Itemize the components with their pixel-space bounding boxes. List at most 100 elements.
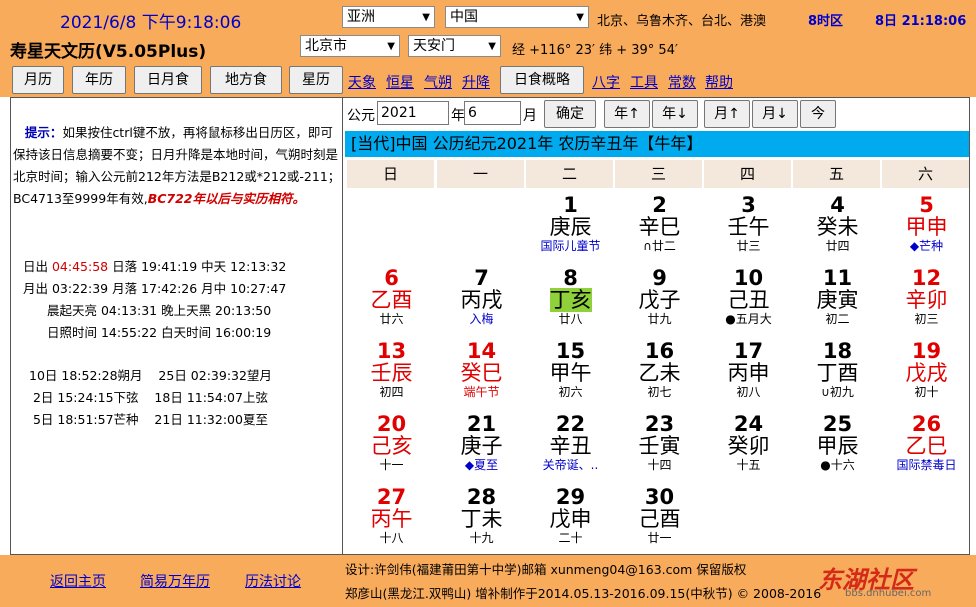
calendar-day-cell[interactable]: 24 癸卯 十五: [704, 413, 793, 486]
link-solar-terms[interactable]: 气朔: [424, 72, 452, 92]
day-number: 30: [644, 485, 675, 509]
calendar-day-cell[interactable]: 25 甲辰 ●十六: [793, 413, 882, 486]
ganzhi-label: 戊申: [526, 507, 615, 531]
tab-ephemeris[interactable]: 星历: [289, 66, 343, 94]
calendar-day-cell[interactable]: 12 辛卯 初三: [882, 267, 971, 340]
daylight-duration: 日照时间 14:55:22 白天时间 16:00:19: [47, 325, 272, 340]
day-number: 9: [652, 266, 667, 290]
link-rise-set[interactable]: 升降: [462, 72, 490, 92]
lunar-label: 国际禁毒日: [896, 458, 957, 472]
calendar-day-cell[interactable]: 3 壬午 廿三: [704, 194, 793, 267]
lunar-label: 入梅: [469, 312, 494, 326]
sun-label: 日出: [23, 259, 52, 274]
lunar-label: 初二: [825, 312, 850, 326]
link-celestial[interactable]: 天象: [348, 72, 376, 92]
site-select[interactable]: 天安门 ▼: [408, 35, 501, 57]
city-select[interactable]: 北京市 ▼: [300, 35, 400, 57]
day-number: 18: [822, 339, 853, 363]
tab-eclipses[interactable]: 日月食: [134, 66, 202, 94]
ganzhi-text: 戊申: [549, 507, 592, 531]
phase-line: 5日 18:51:57芒种 21日 11:32:00夏至: [29, 412, 268, 427]
link-tools[interactable]: 工具: [630, 72, 658, 92]
calendar-day-cell[interactable]: 18 丁酉 ∪初九: [793, 340, 882, 413]
credit-line-1: 设计:许剑伟(福建莆田第十中学)邮箱 xunmeng04@163.com 保留版…: [345, 562, 747, 577]
calendar-day-cell[interactable]: 30 己酉 廿一: [615, 486, 704, 559]
weekday-header: 六: [882, 160, 969, 188]
day-time-label: 8日 21:18:06: [875, 14, 967, 29]
calendar-day-cell[interactable]: 5 甲申 ◆芒种: [882, 194, 971, 267]
calendar-day-cell[interactable]: 28 丁未 十九: [437, 486, 526, 559]
day-number: 29: [555, 485, 586, 509]
link-calendar-discussion[interactable]: 历法讨论: [245, 571, 301, 591]
ganzhi-text: 丁未: [460, 507, 503, 531]
ganzhi-label: 戊戌: [882, 361, 971, 385]
lunar-label: 廿三: [736, 239, 761, 253]
calendar-day-cell[interactable]: 29 戊申 二十: [526, 486, 615, 559]
ganzhi-label: 癸巳: [437, 361, 526, 385]
tab-eclipse-overview[interactable]: 日食概略: [500, 66, 584, 94]
ganzhi-text: 乙巳: [905, 434, 948, 458]
city-value: 北京市: [305, 38, 347, 54]
calendar-day-cell[interactable]: 4 癸未 廿四: [793, 194, 882, 267]
confirm-button[interactable]: 确定: [544, 100, 596, 128]
calendar-day-cell[interactable]: 11 庚寅 初二: [793, 267, 882, 340]
lunar-label: 初四: [379, 385, 404, 399]
continent-select[interactable]: 亚洲 ▼: [342, 6, 435, 28]
tip-label: 提示：: [24, 125, 63, 140]
link-simple-calendar[interactable]: 简易万年历: [140, 571, 210, 591]
link-bazi[interactable]: 八字: [592, 72, 620, 92]
calendar-day-cell[interactable]: 27 丙午 十八: [347, 486, 436, 559]
header-bar: 2021/6/8 下午9:18:06 寿星天文历(V5.05Plus) 亚洲 ▼…: [0, 0, 976, 62]
month-up-button[interactable]: 月↑: [704, 100, 750, 128]
link-stars[interactable]: 恒星: [386, 72, 414, 92]
ganzhi-text: 庚寅: [816, 288, 859, 312]
ganzhi-label: 甲午: [526, 361, 615, 385]
link-constants[interactable]: 常数: [668, 72, 696, 92]
ganzhi-text: 壬寅: [638, 434, 681, 458]
month-input[interactable]: 6: [464, 101, 521, 125]
year-input[interactable]: 2021: [377, 101, 449, 125]
day-number: 1: [563, 193, 578, 217]
calendar-day-cell[interactable]: 7 丙戌 入梅: [437, 267, 526, 340]
calendar-day-cell[interactable]: 23 壬寅 十四: [615, 413, 704, 486]
year-down-button[interactable]: 年↓: [652, 100, 698, 128]
calendar-day-cell[interactable]: 6 乙酉 廿六: [347, 267, 436, 340]
calendar-day-cell[interactable]: 26 乙巳 国际禁毒日: [882, 413, 971, 486]
tab-local-eclipse[interactable]: 地方食: [210, 66, 282, 94]
tab-yearly-calendar[interactable]: 年历: [72, 66, 126, 94]
ganzhi-text: 庚子: [460, 434, 503, 458]
day-number: 8: [563, 266, 578, 290]
lunar-label: 初八: [736, 385, 761, 399]
ganzhi-text: 甲辰: [816, 434, 859, 458]
link-home[interactable]: 返回主页: [50, 571, 106, 591]
tab-monthly-calendar[interactable]: 月历: [12, 66, 64, 94]
day-number: 6: [384, 266, 399, 290]
calendar-day-cell[interactable]: 2 辛巳 ∩廿二: [615, 194, 704, 267]
calendar-day-cell[interactable]: 19 戊戌 初十: [882, 340, 971, 413]
day-number: 2: [652, 193, 667, 217]
lunar-label: ∪初九: [821, 385, 854, 399]
calendar-day-cell[interactable]: 13 壬辰 初四: [347, 340, 436, 413]
calendar-day-cell[interactable]: 16 乙未 初七: [615, 340, 704, 413]
calendar-day-cell[interactable]: 8 丁亥 廿八: [526, 267, 615, 340]
calendar-day-cell[interactable]: 14 癸巳 端午节: [437, 340, 526, 413]
calendar-day-cell[interactable]: 10 己丑 ●五月大: [704, 267, 793, 340]
calendar-day-cell[interactable]: 15 甲午 初六: [526, 340, 615, 413]
tip-note: BC722年以后与实历相符。: [147, 191, 305, 206]
calendar-day-cell[interactable]: 9 戊子 廿九: [615, 267, 704, 340]
day-number: 7: [474, 266, 489, 290]
watermark-url: bbs.dnhubei.com: [845, 588, 932, 599]
calendar-day-cell[interactable]: 17 丙申 初八: [704, 340, 793, 413]
calendar-day-cell[interactable]: 22 辛丑 关帝诞、..: [526, 413, 615, 486]
calendar-day-cell[interactable]: 1 庚辰 国际儿童节: [526, 194, 615, 267]
ganzhi-label: 辛卯: [882, 288, 971, 312]
today-button[interactable]: 今: [800, 100, 836, 128]
month-down-button[interactable]: 月↓: [752, 100, 798, 128]
link-help[interactable]: 帮助: [705, 72, 733, 92]
day-number: 12: [911, 266, 942, 290]
ganzhi-text: 丙午: [370, 507, 413, 531]
year-up-button[interactable]: 年↑: [604, 100, 650, 128]
country-select[interactable]: 中国 ▼: [445, 6, 589, 28]
calendar-day-cell[interactable]: 21 庚子 ◆夏至: [437, 413, 526, 486]
calendar-day-cell[interactable]: 20 己亥 十一: [347, 413, 436, 486]
